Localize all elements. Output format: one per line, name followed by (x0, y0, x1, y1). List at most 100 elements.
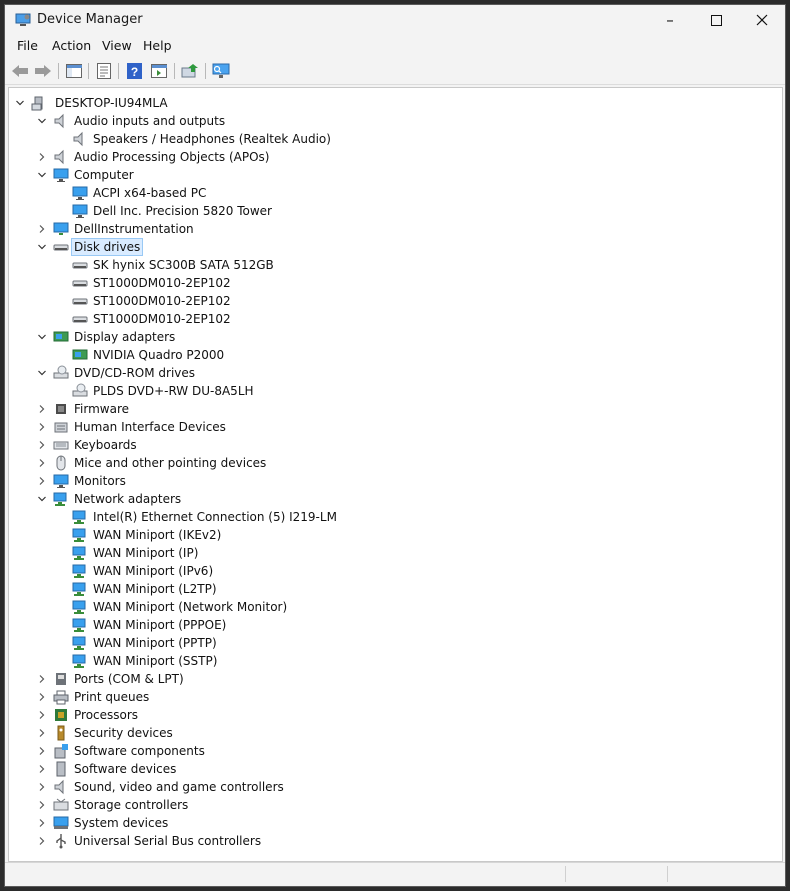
tree-category-label[interactable]: Security devices (74, 724, 173, 742)
chevron-down-icon[interactable] (37, 242, 47, 252)
chevron-right-icon[interactable] (37, 836, 47, 846)
tree-device-label[interactable]: WAN Miniport (IPv6) (93, 562, 213, 580)
tree-device-label[interactable]: WAN Miniport (L2TP) (93, 580, 217, 598)
scan-hardware-button[interactable] (212, 62, 230, 80)
tree-category-label[interactable]: Human Interface Devices (74, 418, 226, 436)
network-icon (72, 635, 88, 651)
tree-category-label[interactable]: Mice and other pointing devices (74, 454, 266, 472)
toolbar: ? (5, 57, 785, 85)
menu-action[interactable]: Action (52, 38, 91, 53)
chevron-down-icon[interactable] (15, 98, 25, 108)
back-icon (12, 65, 28, 77)
chevron-right-icon[interactable] (37, 782, 47, 792)
chevron-right-icon[interactable] (37, 710, 47, 720)
tree-device-label[interactable]: Speakers / Headphones (Realtek Audio) (93, 130, 331, 148)
maximize-button[interactable] (693, 5, 739, 35)
tree-category-label[interactable]: Software devices (74, 760, 176, 778)
close-icon (756, 14, 768, 26)
help-button[interactable]: ? (125, 62, 143, 80)
tree-device-label[interactable]: WAN Miniport (PPTP) (93, 634, 217, 652)
tree-category-label[interactable]: Ports (COM & LPT) (74, 670, 184, 688)
tree-category-label[interactable]: Audio Processing Objects (APOs) (74, 148, 269, 166)
forward-button[interactable] (34, 62, 52, 80)
chevron-right-icon[interactable] (37, 404, 47, 414)
dvd-icon (72, 383, 88, 399)
show-hide-tree-button[interactable] (65, 62, 83, 80)
chevron-down-icon[interactable] (37, 494, 47, 504)
chevron-down-icon[interactable] (37, 170, 47, 180)
menu-view[interactable]: View (102, 38, 132, 53)
tree-device-label[interactable]: ST1000DM010-2EP102 (93, 274, 231, 292)
chevron-right-icon[interactable] (37, 152, 47, 162)
close-button[interactable] (739, 5, 785, 35)
tree-device-label[interactable]: WAN Miniport (IP) (93, 544, 198, 562)
tree-root-label[interactable]: DESKTOP-IU94MLA (55, 94, 168, 112)
forward-icon (35, 65, 51, 77)
tree-category-label[interactable]: DellInstrumentation (74, 220, 194, 238)
tree-device-label[interactable]: SK hynix SC300B SATA 512GB (93, 256, 274, 274)
chevron-down-icon[interactable] (37, 368, 47, 378)
chevron-right-icon[interactable] (37, 746, 47, 756)
menu-file[interactable]: File (17, 38, 38, 53)
chevron-right-icon[interactable] (37, 800, 47, 810)
tree-category-label[interactable]: Firmware (74, 400, 129, 418)
chevron-down-icon[interactable] (37, 116, 47, 126)
minimize-icon: – (666, 11, 674, 29)
tree-device-label[interactable]: ACPI x64-based PC (93, 184, 206, 202)
chevron-right-icon[interactable] (37, 458, 47, 468)
tree-device-label[interactable]: WAN Miniport (IKEv2) (93, 526, 221, 544)
tree-category-label[interactable]: Audio inputs and outputs (74, 112, 225, 130)
help-icon: ? (126, 63, 142, 79)
status-bar (5, 862, 785, 886)
tree-category-label[interactable]: DVD/CD-ROM drives (74, 364, 195, 382)
chevron-right-icon[interactable] (37, 764, 47, 774)
tree-category-label[interactable]: Universal Serial Bus controllers (74, 832, 261, 850)
chevron-right-icon[interactable] (37, 224, 47, 234)
network-icon (72, 599, 88, 615)
menu-help[interactable]: Help (143, 38, 172, 53)
tree-device-label[interactable]: WAN Miniport (Network Monitor) (93, 598, 287, 616)
title-bar[interactable]: Device Manager – (5, 5, 785, 35)
display-adapter-icon (53, 329, 69, 345)
keyboard-icon (53, 437, 69, 453)
tree-category-label[interactable]: Monitors (74, 472, 126, 490)
hid-icon (53, 419, 69, 435)
chevron-right-icon[interactable] (37, 422, 47, 432)
tree-device-label[interactable]: PLDS DVD+-RW DU-8A5LH (93, 382, 254, 400)
tree-category-label[interactable]: Software components (74, 742, 205, 760)
chevron-right-icon[interactable] (37, 692, 47, 702)
tree-category-label[interactable]: System devices (74, 814, 168, 832)
chevron-right-icon[interactable] (37, 440, 47, 450)
properties-button[interactable] (95, 62, 113, 80)
action-pane-button[interactable] (150, 62, 168, 80)
tree-device-label[interactable]: WAN Miniport (PPPOE) (93, 616, 226, 634)
tree-category-label[interactable]: Sound, video and game controllers (74, 778, 284, 796)
tree-category-label[interactable]: Display adapters (74, 328, 175, 346)
tree-category-label[interactable]: Keyboards (74, 436, 137, 454)
scan-hardware-icon (212, 63, 230, 78)
chevron-down-icon[interactable] (37, 332, 47, 342)
tree-device-label[interactable]: ST1000DM010-2EP102 (93, 292, 231, 310)
tree-category-label[interactable]: Storage controllers (74, 796, 188, 814)
software-device-icon (53, 761, 69, 777)
chevron-right-icon[interactable] (37, 674, 47, 684)
chevron-right-icon[interactable] (37, 728, 47, 738)
minimize-button[interactable]: – (647, 5, 693, 35)
tree-category-label[interactable]: Print queues (74, 688, 149, 706)
back-button[interactable] (11, 62, 29, 80)
tree-category-label[interactable]: Disk drives (71, 238, 144, 256)
maximize-icon (710, 14, 722, 26)
tree-device-label[interactable]: Dell Inc. Precision 5820 Tower (93, 202, 272, 220)
computer-root-icon (31, 95, 47, 111)
chevron-right-icon[interactable] (37, 476, 47, 486)
chevron-right-icon[interactable] (37, 818, 47, 828)
device-tree[interactable]: DESKTOP-IU94MLA Audio inputs and outputs S… (8, 87, 783, 862)
tree-device-label[interactable]: Intel(R) Ethernet Connection (5) I219-LM (93, 508, 337, 526)
tree-device-label[interactable]: NVIDIA Quadro P2000 (93, 346, 224, 364)
tree-device-label[interactable]: WAN Miniport (SSTP) (93, 652, 217, 670)
tree-category-label[interactable]: Processors (74, 706, 138, 724)
tree-category-label[interactable]: Network adapters (74, 490, 181, 508)
tree-device-label[interactable]: ST1000DM010-2EP102 (93, 310, 231, 328)
tree-category-label[interactable]: Computer (74, 166, 134, 184)
update-driver-button[interactable] (181, 62, 199, 80)
